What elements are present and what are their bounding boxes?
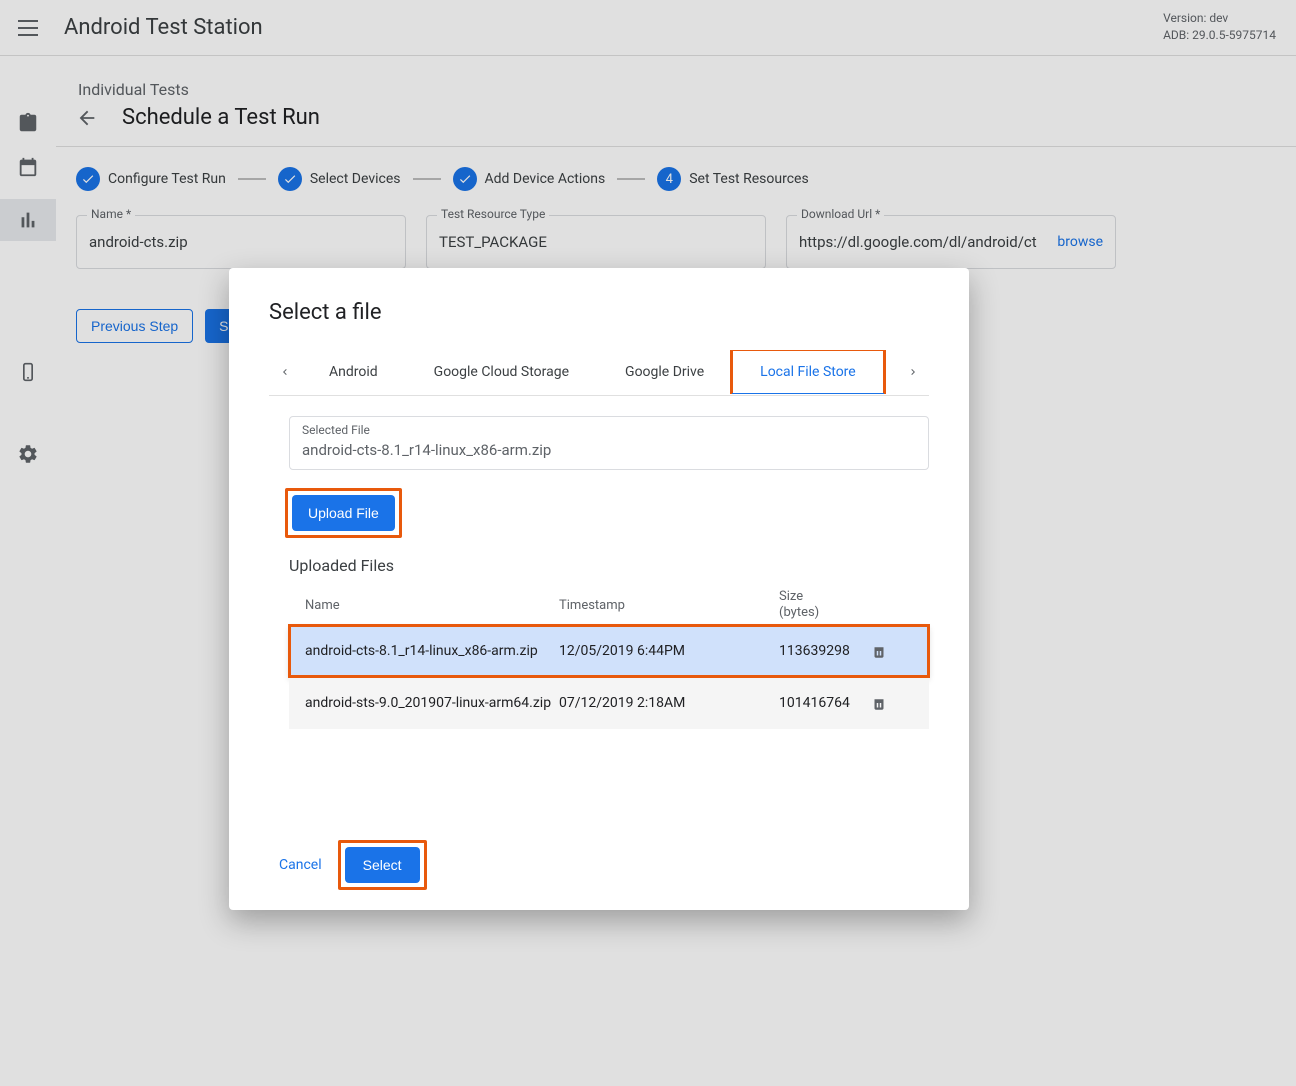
delete-icon[interactable] (870, 642, 888, 660)
delete-icon[interactable] (870, 694, 888, 712)
col-name: Name (289, 598, 559, 613)
tab-local-file-store[interactable]: Local File Store (732, 350, 884, 394)
uploaded-files-table: Name Timestamp Size (bytes) android-cts-… (289, 585, 929, 729)
select-button[interactable]: Select (345, 847, 420, 883)
tab-scroll-left-icon[interactable] (269, 349, 301, 395)
tab-scroll-right-icon[interactable] (897, 349, 929, 395)
tab-drive[interactable]: Google Drive (597, 350, 732, 394)
uploaded-files-heading: Uploaded Files (289, 556, 949, 575)
upload-file-button[interactable]: Upload File (292, 495, 395, 531)
cancel-button[interactable]: Cancel (279, 857, 322, 873)
select-highlight: Select (338, 840, 427, 890)
upload-highlight: Upload File (285, 488, 402, 538)
col-size: Size (bytes) (779, 589, 859, 620)
col-timestamp: Timestamp (559, 598, 779, 613)
file-row[interactable]: android-sts-9.0_201907-linux-arm64.zip 0… (289, 677, 929, 729)
tab-gcs[interactable]: Google Cloud Storage (406, 350, 597, 394)
tab-android[interactable]: Android (301, 350, 406, 394)
selected-file-field[interactable]: Selected File android-cts-8.1_r14-linux_… (289, 416, 929, 470)
select-file-dialog: Select a file Android Google Cloud Stora… (229, 268, 969, 910)
file-row[interactable]: android-cts-8.1_r14-linux_x86-arm.zip 12… (289, 625, 929, 677)
dialog-title: Select a file (249, 300, 949, 325)
